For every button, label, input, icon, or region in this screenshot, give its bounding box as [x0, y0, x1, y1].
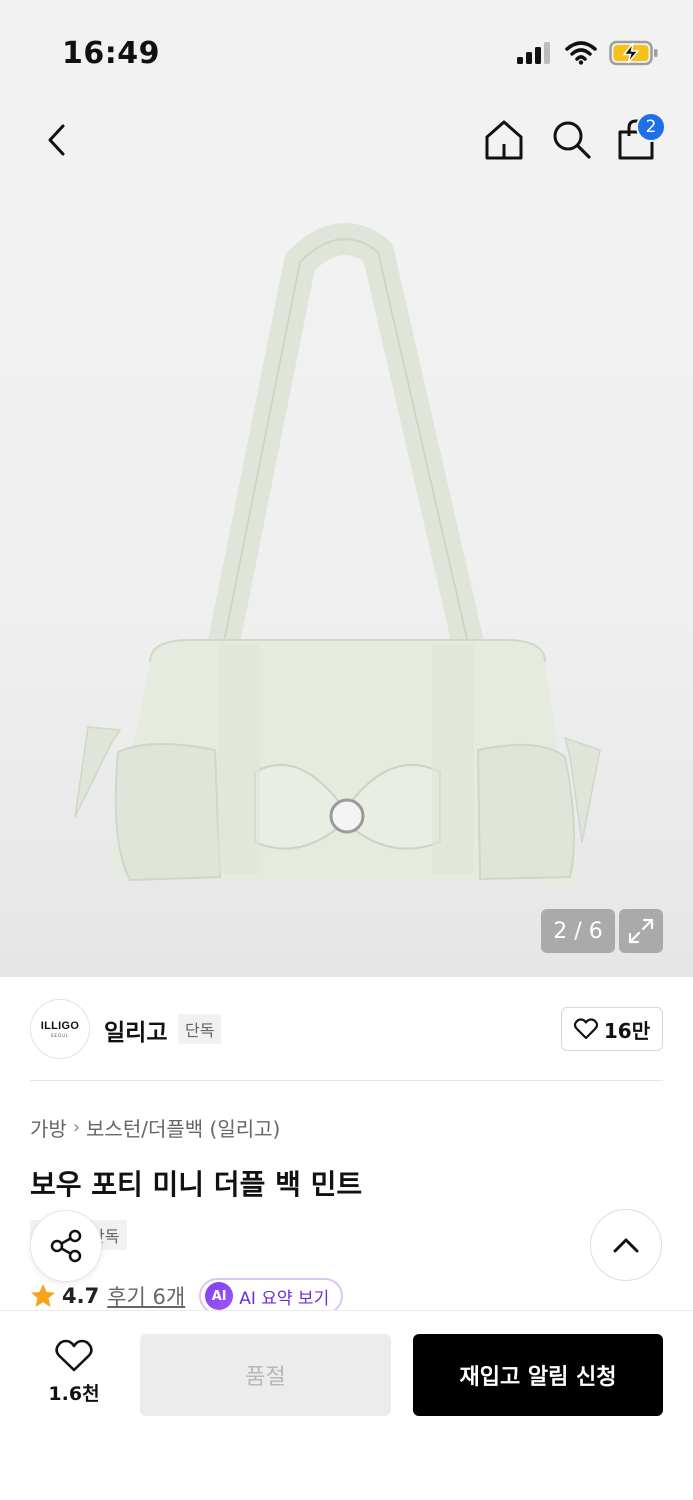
search-button[interactable]: [550, 118, 594, 162]
star-icon: [31, 1284, 55, 1307]
signal-icon: [517, 42, 550, 64]
review-count-link[interactable]: 후기 6개: [107, 1281, 185, 1311]
chevron-right-icon: ›: [72, 1117, 81, 1138]
home-icon: [485, 120, 523, 160]
battery-charging-icon: [609, 40, 658, 66]
chevron-up-icon: [613, 1238, 639, 1253]
heart-icon: [55, 1339, 93, 1372]
search-icon: [553, 121, 591, 159]
restock-alert-button[interactable]: 재입고 알림 신청: [413, 1334, 663, 1416]
bottom-action-bar: 1.6천 품절 재입고 알림 신청: [0, 1310, 693, 1500]
ai-icon: AI: [205, 1282, 234, 1310]
share-icon: [50, 1229, 82, 1263]
back-button[interactable]: [36, 120, 76, 160]
rating-row: 4.7 후기 6개 AI AI 요약 보기: [30, 1278, 344, 1314]
ai-summary-button[interactable]: AI AI 요약 보기: [199, 1278, 344, 1314]
brand-logo[interactable]: ILLIGO SEOUL: [30, 999, 90, 1059]
top-nav: 2: [0, 100, 693, 182]
brand-logo-subtext: SEOUL: [50, 1033, 70, 1038]
scroll-to-top-button[interactable]: [590, 1209, 662, 1281]
ai-summary-label: AI 요약 보기: [239, 1288, 330, 1309]
status-time: 16:49: [62, 36, 160, 71]
product-photo: [74, 223, 601, 885]
wishlist-button[interactable]: 1.6천: [40, 1339, 108, 1406]
cart-button[interactable]: 2: [616, 112, 666, 162]
brand-exclusive-tag: 단독: [178, 1014, 222, 1044]
brand-name[interactable]: 일리고: [104, 1013, 167, 1047]
cart-count-badge: 2: [636, 112, 666, 142]
soldout-button[interactable]: 품절: [140, 1334, 391, 1416]
status-icons: [517, 40, 659, 66]
divider: [30, 1080, 663, 1081]
wishlist-count: 1.6천: [48, 1383, 100, 1405]
rating-value: 4.7: [62, 1284, 100, 1308]
chevron-left-icon: [48, 124, 65, 156]
status-bar: 16:49: [0, 0, 693, 100]
expand-icon: [628, 918, 654, 944]
wifi-icon: [565, 41, 597, 65]
brand-logo-text: ILLIGO: [40, 1020, 80, 1032]
expand-image-button[interactable]: [619, 909, 663, 953]
share-button[interactable]: [30, 1210, 102, 1282]
brand-like-button[interactable]: 16만: [561, 1007, 663, 1051]
product-image-gallery[interactable]: 2 / 6: [0, 182, 693, 977]
product-title: 보우 포티 미니 더플 백 민트: [30, 1168, 363, 1201]
breadcrumb-subcategory[interactable]: 보스턴/더플백 (일리고): [86, 1113, 280, 1142]
breadcrumb-category[interactable]: 가방: [30, 1113, 67, 1142]
heart-icon: [573, 1018, 598, 1040]
home-button[interactable]: [482, 118, 526, 162]
image-counter: 2 / 6: [541, 909, 615, 953]
breadcrumb: 가방 › 보스턴/더플백 (일리고): [30, 1113, 280, 1142]
brand-like-count: 16만: [603, 1018, 651, 1043]
brand-row: ILLIGO SEOUL 일리고 단독 16만: [0, 977, 693, 1081]
